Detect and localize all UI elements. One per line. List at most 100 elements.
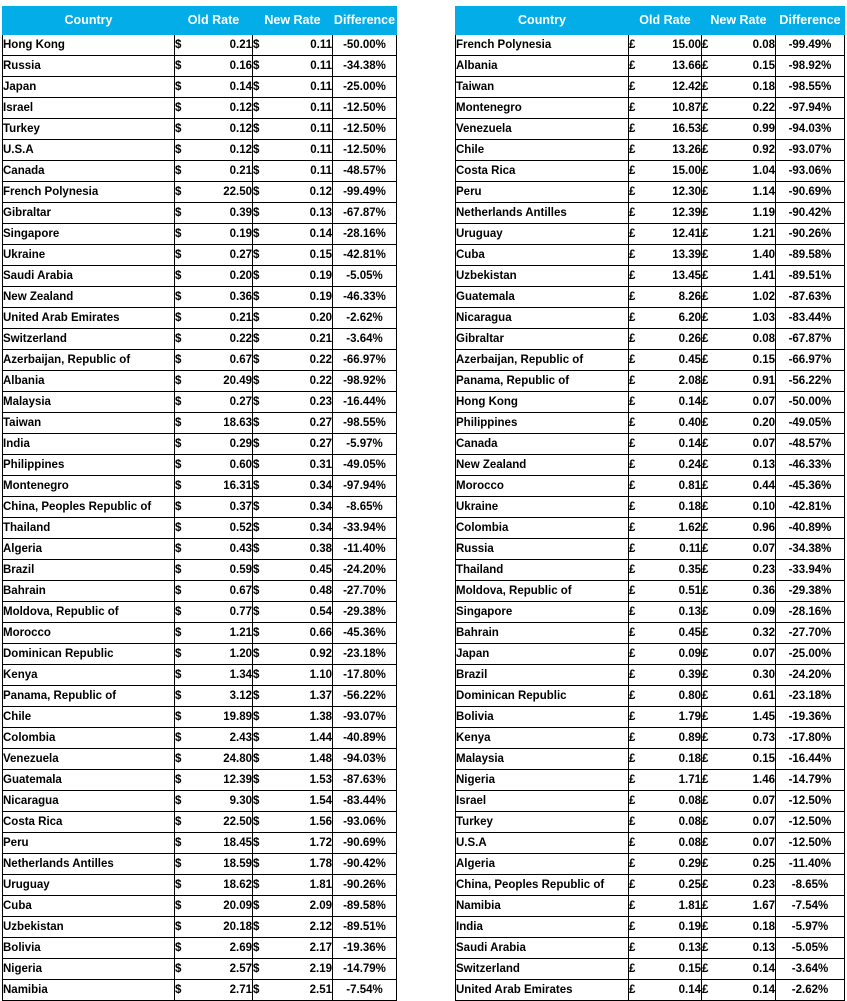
- amount-value: 0.23: [752, 879, 775, 891]
- currency-symbol: $: [253, 396, 260, 408]
- cell-old-rate: $3.12: [174, 685, 253, 707]
- table-row: Colombia £1.62 £0.96 -40.89%: [455, 517, 845, 539]
- cell-difference: -94.03%: [332, 748, 397, 770]
- amount-value: 0.22: [309, 354, 332, 366]
- currency-symbol: $: [175, 795, 182, 807]
- currency-symbol: $: [175, 543, 182, 555]
- currency-symbol: £: [702, 333, 709, 345]
- cell-difference: -93.07%: [332, 706, 397, 728]
- currency-symbol: £: [629, 963, 636, 975]
- currency-symbol: £: [629, 585, 636, 597]
- cell-old-rate: £0.51: [628, 580, 702, 602]
- cell-country: Thailand: [455, 559, 629, 581]
- cell-new-rate: $0.31: [252, 454, 333, 476]
- amount-value: 0.38: [309, 543, 332, 555]
- cell-new-rate: £0.23: [701, 874, 776, 896]
- cell-new-rate: $0.11: [252, 118, 333, 140]
- table-row: U.S.A $0.12 $0.11 -12.50%: [2, 139, 397, 161]
- amount-value: 0.29: [678, 858, 701, 870]
- gbp-header-country[interactable]: Country: [455, 6, 629, 35]
- amount-value: 0.14: [752, 984, 775, 996]
- cell-new-rate: £1.67: [701, 895, 776, 917]
- table-row: Singapore £0.13 £0.09 -28.16%: [455, 601, 845, 623]
- currency-symbol: $: [253, 795, 260, 807]
- currency-symbol: £: [629, 228, 636, 240]
- cell-old-rate: $0.14: [174, 76, 253, 98]
- cell-difference: -12.50%: [332, 118, 397, 140]
- amount-value: 0.25: [678, 879, 701, 891]
- usd-header-new-rate[interactable]: New Rate: [252, 6, 333, 35]
- cell-new-rate: $0.22: [252, 370, 333, 392]
- amount-value: 1.67: [752, 900, 775, 912]
- cell-old-rate: $0.36: [174, 286, 253, 308]
- cell-old-rate: £12.30: [628, 181, 702, 203]
- amount-value: 0.08: [678, 837, 701, 849]
- gbp-header-new-rate[interactable]: New Rate: [701, 6, 776, 35]
- cell-new-rate: £1.45: [701, 706, 776, 728]
- currency-symbol: £: [629, 501, 636, 513]
- gbp-header-old-rate[interactable]: Old Rate: [628, 6, 702, 35]
- currency-symbol: £: [702, 438, 709, 450]
- currency-symbol: $: [175, 354, 182, 366]
- amount-value: 0.39: [229, 207, 252, 219]
- cell-difference: -28.16%: [332, 223, 397, 245]
- cell-country: Guatemala: [455, 286, 629, 308]
- cell-old-rate: £10.87: [628, 97, 702, 119]
- usd-header-old-rate[interactable]: Old Rate: [174, 6, 253, 35]
- amount-value: 0.91: [752, 375, 775, 387]
- cell-country: Taiwan: [2, 412, 175, 434]
- table-row: Algeria $0.43 $0.38 -11.40%: [2, 538, 397, 560]
- cell-new-rate: £0.99: [701, 118, 776, 140]
- amount-value: 0.12: [309, 186, 332, 198]
- cell-old-rate: £0.26: [628, 328, 702, 350]
- table-row: Montenegro $16.31 $0.34 -97.94%: [2, 475, 397, 497]
- cell-difference: -46.33%: [775, 454, 845, 476]
- table-row: Canada $0.21 $0.11 -48.57%: [2, 160, 397, 182]
- gbp-header-difference[interactable]: Difference: [775, 6, 845, 35]
- cell-new-rate: £0.14: [701, 958, 776, 980]
- amount-value: 0.21: [309, 333, 332, 345]
- cell-country: Chile: [455, 139, 629, 161]
- cell-difference: -40.89%: [332, 727, 397, 749]
- cell-old-rate: $0.19: [174, 223, 253, 245]
- table-row: Venezuela £16.53 £0.99 -94.03%: [455, 118, 845, 140]
- currency-symbol: $: [253, 438, 260, 450]
- cell-country: China, Peoples Republic of: [455, 874, 629, 896]
- cell-new-rate: £0.73: [701, 727, 776, 749]
- cell-difference: -93.07%: [775, 139, 845, 161]
- amount-value: 0.99: [752, 123, 775, 135]
- currency-symbol: £: [702, 795, 709, 807]
- usd-header-difference[interactable]: Difference: [332, 6, 397, 35]
- currency-symbol: £: [702, 39, 709, 51]
- amount-value: 0.21: [229, 165, 252, 177]
- table-row: Dominican Republic $1.20 $0.92 -23.18%: [2, 643, 397, 665]
- cell-old-rate: $0.16: [174, 55, 253, 77]
- cell-new-rate: $0.38: [252, 538, 333, 560]
- cell-difference: -8.65%: [775, 874, 845, 896]
- amount-value: 15.00: [672, 165, 701, 177]
- cell-old-rate: £12.39: [628, 202, 702, 224]
- cell-old-rate: £0.18: [628, 748, 702, 770]
- amount-value: 1.54: [309, 795, 332, 807]
- cell-old-rate: $9.30: [174, 790, 253, 812]
- cell-new-rate: $2.12: [252, 916, 333, 938]
- cell-new-rate: £0.07: [701, 790, 776, 812]
- amount-value: 24.80: [223, 753, 252, 765]
- amount-value: 1.62: [678, 522, 701, 534]
- cell-difference: -27.70%: [775, 622, 845, 644]
- cell-old-rate: $2.57: [174, 958, 253, 980]
- cell-new-rate: £0.14: [701, 979, 776, 1001]
- amount-value: 0.07: [752, 795, 775, 807]
- currency-symbol: $: [175, 60, 182, 72]
- currency-symbol: $: [253, 816, 260, 828]
- amount-value: 0.34: [309, 501, 332, 513]
- cell-country: Panama, Republic of: [2, 685, 175, 707]
- cell-difference: -99.49%: [775, 34, 845, 56]
- currency-symbol: $: [175, 711, 182, 723]
- cell-country: India: [2, 433, 175, 455]
- cell-old-rate: $0.29: [174, 433, 253, 455]
- currency-symbol: £: [702, 921, 709, 933]
- amount-value: 0.27: [229, 249, 252, 261]
- usd-header-country[interactable]: Country: [2, 6, 175, 35]
- currency-symbol: £: [629, 753, 636, 765]
